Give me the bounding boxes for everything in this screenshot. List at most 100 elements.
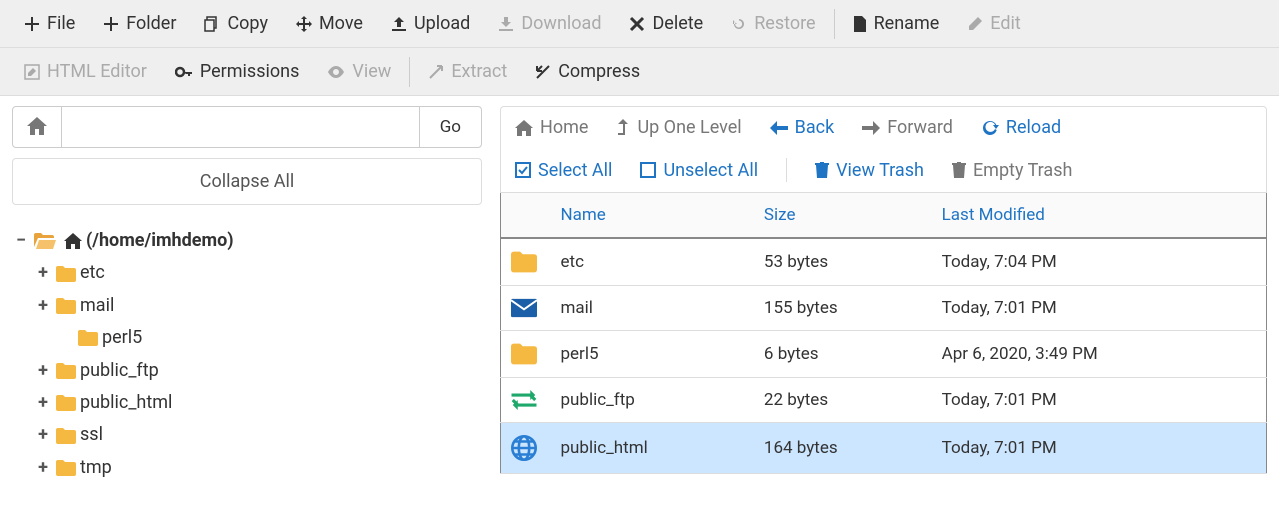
nav-forward[interactable]: Forward — [862, 117, 953, 138]
nav-up[interactable]: Up One Level — [616, 117, 741, 138]
unselect-all-button[interactable]: Unselect All — [640, 160, 758, 181]
folder-icon — [56, 428, 76, 444]
expand-toggle[interactable] — [56, 322, 74, 354]
tree-item[interactable]: + tmp — [34, 452, 482, 484]
view-button: View — [313, 53, 405, 90]
empty-trash-button[interactable]: Empty Trash — [952, 160, 1072, 181]
globe-icon — [511, 435, 541, 461]
path-bar: Go — [12, 106, 482, 148]
nav-back[interactable]: Back — [770, 117, 835, 138]
download-button: Download — [484, 5, 615, 42]
folder-open-icon — [34, 233, 56, 249]
tree-item[interactable]: + ssl — [34, 419, 482, 451]
nav-actions: Home Up One Level Back Forward Reload Se… — [500, 106, 1267, 193]
tree-item[interactable]: +public_ftp — [34, 355, 482, 387]
cell-modified: Today, 7:04 PM — [932, 238, 1267, 286]
toolbar-separator — [834, 9, 835, 39]
table-row[interactable]: perl56 bytesApr 6, 2020, 3:49 PM — [501, 331, 1267, 378]
row-icon — [501, 378, 551, 423]
cell-modified: Apr 6, 2020, 3:49 PM — [932, 331, 1267, 378]
folder-button[interactable]: Folder — [89, 5, 190, 42]
cell-name: perl5 — [551, 331, 754, 378]
folder-icon — [56, 266, 76, 282]
expand-toggle[interactable]: + — [34, 290, 52, 322]
mail-icon — [511, 298, 541, 318]
nav-reload[interactable]: Reload — [981, 117, 1061, 138]
expand-toggle[interactable]: + — [34, 355, 52, 387]
tree-item-label: public_html — [80, 387, 172, 419]
table-row[interactable]: etc53 bytesToday, 7:04 PM — [501, 238, 1267, 286]
folder-icon — [56, 460, 76, 476]
cell-size: 6 bytes — [754, 331, 932, 378]
expand-toggle[interactable]: + — [34, 452, 52, 484]
eye-icon — [327, 66, 345, 78]
rename-button[interactable]: Rename — [839, 5, 954, 42]
tree-item[interactable]: perl5 — [34, 322, 482, 354]
expand-toggle[interactable]: + — [34, 419, 52, 451]
nav-home[interactable]: Home — [515, 117, 588, 138]
tree-item[interactable]: + etc — [34, 257, 482, 289]
path-input[interactable] — [62, 107, 419, 147]
home-button[interactable] — [13, 107, 62, 147]
table-row[interactable]: public_ftp22 bytesToday, 7:01 PM — [501, 378, 1267, 423]
collapse-toggle[interactable]: − — [12, 225, 30, 257]
edit-square-icon — [24, 64, 40, 80]
tree-item-label: etc — [80, 257, 105, 289]
home-icon — [64, 233, 82, 249]
copy-icon — [204, 16, 220, 32]
folder-icon — [56, 395, 76, 411]
toolbar-separator — [409, 57, 410, 87]
plus-icon — [24, 16, 40, 32]
expand-toggle[interactable]: + — [34, 387, 52, 419]
arrow-left-icon — [770, 121, 788, 135]
col-name[interactable]: Name — [551, 193, 754, 238]
move-button[interactable]: Move — [282, 5, 377, 42]
col-modified[interactable]: Last Modified — [932, 193, 1267, 238]
collapse-all-button[interactable]: Collapse All — [12, 158, 482, 205]
restore-icon — [731, 16, 747, 32]
html-editor-button: HTML Editor — [10, 53, 161, 90]
tree-item-label: ssl — [80, 419, 103, 451]
file-button[interactable]: File — [10, 5, 89, 42]
tree-item[interactable]: + public_html — [34, 387, 482, 419]
row-icon — [501, 286, 551, 331]
copy-button[interactable]: Copy — [190, 5, 282, 42]
upload-button[interactable]: Upload — [377, 5, 484, 42]
folder-icon — [511, 251, 541, 273]
tree-item-label: tmp — [80, 452, 112, 484]
tree-item-label: mail — [80, 290, 114, 322]
tree-item[interactable]: + mail — [34, 290, 482, 322]
delete-button[interactable]: Delete — [615, 5, 717, 42]
folder-icon — [511, 343, 541, 365]
cell-name: public_ftp — [551, 378, 754, 423]
folder-icon — [78, 330, 98, 346]
toolbar-secondary: HTML Editor Permissions View Extract Com… — [0, 48, 1279, 96]
upload-icon — [391, 16, 407, 32]
permissions-button[interactable]: Permissions — [161, 53, 314, 90]
toolbar-primary: File Folder Copy Move Upload Download De… — [0, 0, 1279, 48]
ftp-icon — [511, 390, 541, 410]
square-icon — [640, 162, 656, 178]
cell-size: 53 bytes — [754, 238, 932, 286]
folder-tree: − (/home/imhdemo) +etc+mail perl5+public… — [12, 225, 482, 484]
file-icon — [853, 16, 867, 32]
expand-toggle[interactable]: + — [34, 257, 52, 289]
compress-button[interactable]: Compress — [521, 53, 654, 90]
go-button[interactable]: Go — [419, 107, 481, 147]
col-size[interactable]: Size — [754, 193, 932, 238]
tree-root[interactable]: − (/home/imhdemo) — [12, 225, 482, 257]
plus-icon — [103, 16, 119, 32]
table-row[interactable]: mail155 bytesToday, 7:01 PM — [501, 286, 1267, 331]
folder-icon — [56, 298, 76, 314]
select-all-button[interactable]: Select All — [515, 160, 612, 181]
cell-name: mail — [551, 286, 754, 331]
key-icon — [175, 64, 193, 80]
restore-button: Restore — [717, 5, 829, 42]
table-row[interactable]: public_html164 bytesToday, 7:01 PM — [501, 423, 1267, 474]
cell-name: public_html — [551, 423, 754, 474]
folder-icon — [56, 363, 76, 379]
tree-item-label: perl5 — [102, 322, 142, 354]
expand-icon — [428, 64, 444, 80]
view-trash-button[interactable]: View Trash — [815, 160, 924, 181]
arrow-right-icon — [862, 121, 880, 135]
